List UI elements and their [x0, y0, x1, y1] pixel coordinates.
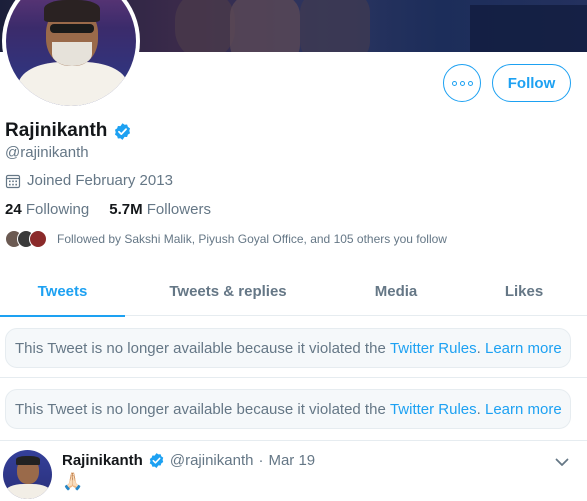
- tweet-author-avatar[interactable]: [3, 450, 52, 499]
- tab-media[interactable]: Media: [331, 267, 461, 316]
- tab-tweets[interactable]: Tweets: [0, 267, 125, 317]
- tweet-unavailable-notice: This Tweet is no longer available becaus…: [5, 389, 571, 429]
- profile-handle: @rajinikanth: [5, 144, 89, 161]
- more-options-button[interactable]: [443, 64, 481, 102]
- tweet-unavailable-item: This Tweet is no longer available becaus…: [0, 316, 587, 378]
- tweet-author-name[interactable]: Rajinikanth: [62, 452, 143, 469]
- followed-by-text: Followed by Sakshi Malik, Piyush Goyal O…: [57, 232, 447, 246]
- notice-sep: .: [476, 339, 481, 357]
- tweet-date[interactable]: Mar 19: [268, 452, 315, 469]
- tweet-item[interactable]: Rajinikanth @rajinikanth · Mar 19: [0, 441, 587, 501]
- twitter-rules-link[interactable]: Twitter Rules: [390, 340, 477, 357]
- tweet-unavailable-notice: This Tweet is no longer available becaus…: [5, 328, 571, 368]
- follower-avatars: [5, 230, 47, 248]
- learn-more-link[interactable]: Learn more: [485, 401, 562, 418]
- followed-by-row[interactable]: Followed by Sakshi Malik, Piyush Goyal O…: [5, 230, 447, 248]
- following-link[interactable]: 24 Following: [5, 201, 89, 218]
- tab-tweets-replies[interactable]: Tweets & replies: [125, 267, 331, 316]
- verified-badge-icon: [115, 122, 131, 140]
- followers-count: 5.7M: [109, 201, 143, 218]
- profile-name-row: Rajinikanth: [5, 120, 132, 142]
- tab-likes[interactable]: Likes: [461, 267, 587, 316]
- tweet-content: 🙏🏻: [62, 472, 84, 491]
- tweet-header: Rajinikanth @rajinikanth · Mar 19: [62, 452, 315, 469]
- twitter-rules-link[interactable]: Twitter Rules: [390, 401, 477, 418]
- profile-avatar[interactable]: [0, 0, 140, 112]
- joined-date: Joined February 2013: [5, 172, 173, 189]
- more-options-icon: [451, 80, 473, 86]
- profile-tabs: Tweets Tweets & replies Media Likes: [0, 267, 587, 317]
- following-count: 24: [5, 201, 22, 218]
- joined-text: Joined February 2013: [27, 172, 173, 189]
- profile-stats: 24 Following 5.7M Followers: [5, 201, 211, 218]
- chevron-down-icon[interactable]: [553, 453, 571, 471]
- followers-link[interactable]: 5.7M Followers: [109, 201, 211, 218]
- calendar-icon: [5, 174, 21, 188]
- learn-more-link[interactable]: Learn more: [485, 340, 562, 357]
- followers-label: Followers: [146, 201, 211, 218]
- verified-badge-icon: [149, 453, 164, 468]
- tweet-dot: ·: [258, 452, 264, 469]
- notice-sep: .: [476, 400, 481, 418]
- notice-text: This Tweet is no longer available becaus…: [15, 339, 386, 357]
- tweet-unavailable-item: This Tweet is no longer available becaus…: [0, 378, 587, 441]
- notice-text: This Tweet is no longer available becaus…: [15, 400, 386, 418]
- tweet-author-handle[interactable]: @rajinikanth: [170, 452, 254, 469]
- profile-name: Rajinikanth: [5, 120, 108, 141]
- follower-avatar: [29, 230, 47, 248]
- follow-button[interactable]: Follow: [492, 64, 571, 102]
- following-label: Following: [25, 201, 90, 218]
